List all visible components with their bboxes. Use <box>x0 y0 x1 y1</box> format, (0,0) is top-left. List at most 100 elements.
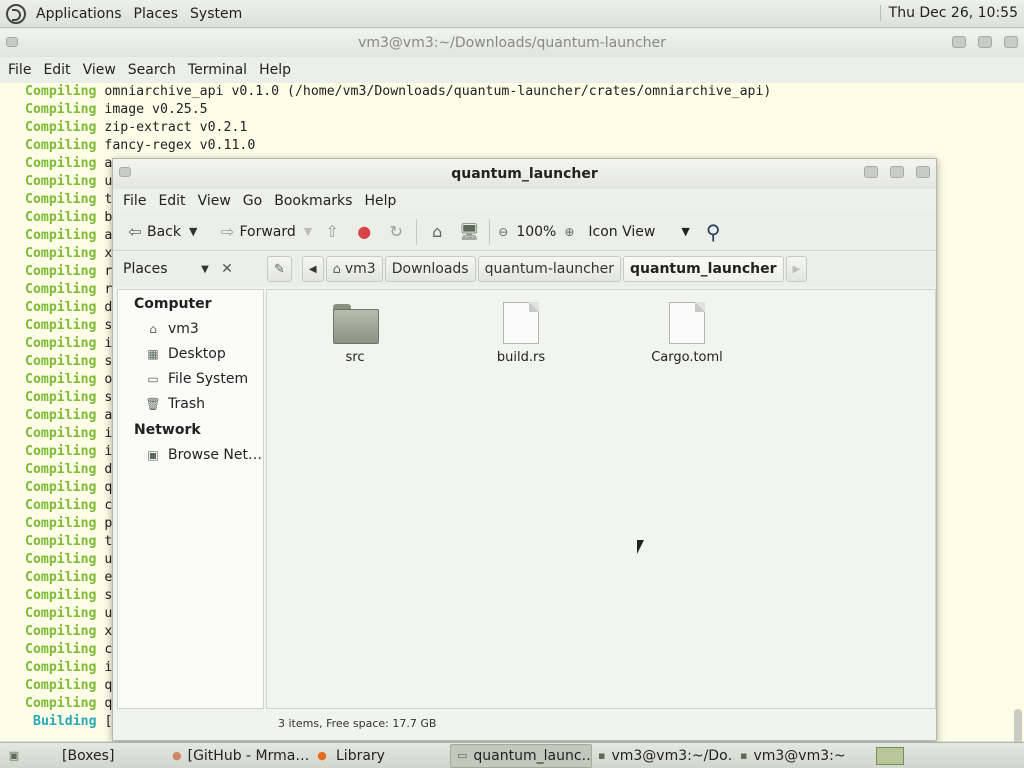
top-panel: Applications Places System Thu Dec 26, 1… <box>0 0 1024 28</box>
forward-button[interactable]: ⇨ Forward <box>211 222 299 241</box>
minimize-button[interactable] <box>864 166 878 178</box>
sidebar-header-computer: Computer <box>134 296 212 312</box>
breadcrumb-label: vm3 <box>344 261 376 277</box>
file-manager-window: quantum_launcher File Edit View Go Bookm… <box>112 158 937 741</box>
sidebar-header-network: Network <box>134 422 201 438</box>
terminal-text: x <box>96 246 113 261</box>
terminal-keyword: Compiling <box>25 192 97 207</box>
home-button[interactable]: ⌂ <box>421 222 453 241</box>
breadcrumb-quantum-launcher[interactable]: quantum-launcher <box>477 256 622 282</box>
view-mode-select[interactable]: Icon View ▼ <box>584 224 693 240</box>
sidebar-item-vm3[interactable]: ⌂ vm3 <box>118 316 263 341</box>
clock[interactable]: Thu Dec 26, 10:55 <box>879 5 1018 21</box>
back-history-dropdown[interactable]: ▼ <box>185 225 201 238</box>
close-button[interactable] <box>1004 36 1018 48</box>
minimize-button[interactable] <box>952 36 966 48</box>
terminal-text: c <box>96 498 113 513</box>
terminal-keyword: Compiling <box>25 516 97 531</box>
terminal-keyword: Compiling <box>25 228 97 243</box>
file-item-src[interactable]: src <box>295 304 415 365</box>
network-icon: ▣ <box>147 447 159 462</box>
terminal-menu-edit[interactable]: Edit <box>37 62 76 78</box>
applications-menu[interactable]: Applications <box>30 6 128 22</box>
forward-arrow-icon: ⇨ <box>220 222 235 241</box>
terminal-text: u <box>96 606 113 621</box>
maximize-button[interactable] <box>978 36 992 48</box>
breadcrumb-scroll-left[interactable]: ◀ <box>301 256 324 282</box>
terminal-text: i <box>96 426 113 441</box>
back-button[interactable]: ⇦ Back <box>119 222 185 241</box>
status-bar: 3 items, Free space: 17.7 GB <box>278 717 437 730</box>
file-manager-titlebar[interactable]: quantum_launcher <box>113 159 936 189</box>
file-manager-toolbar: ⇦ Back ▼ ⇨ Forward ▼ ⇧ ● ↻ ⌂ 🖥 ⊖ 100% ⊕ … <box>113 213 936 251</box>
terminal-menu-file[interactable]: File <box>2 62 37 78</box>
toggle-location-entry-button[interactable]: ✎ <box>267 256 292 282</box>
taskbar-label: Library <box>336 747 385 764</box>
terminal-text: q <box>96 696 113 711</box>
sidebar-item-file-system[interactable]: ▭ File System <box>118 366 263 391</box>
maximize-button[interactable] <box>890 166 904 178</box>
taskbar-item-terminal-downloads[interactable]: ▪ vm3@vm3:~/Do… <box>592 744 734 768</box>
terminal-keyword: Compiling <box>25 174 97 189</box>
back-arrow-icon: ⇦ <box>128 222 142 241</box>
terminal-menu-search[interactable]: Search <box>122 62 182 78</box>
distro-logo-icon[interactable] <box>6 3 26 24</box>
breadcrumb-quantum_launcher[interactable]: quantum_launcher <box>623 256 784 282</box>
fm-menu-help[interactable]: Help <box>358 193 402 209</box>
close-sidebar-icon[interactable]: ✕ <box>217 261 237 277</box>
fm-menu-go[interactable]: Go <box>237 193 268 209</box>
terminal-keyword: Compiling <box>25 624 97 639</box>
browser-icon: ● <box>172 748 182 762</box>
places-menu[interactable]: Places <box>128 6 185 22</box>
terminal-icon: ▪ <box>598 748 606 762</box>
terminal-text: d <box>96 462 113 477</box>
up-button[interactable]: ⇧ <box>316 222 348 241</box>
terminal-titlebar[interactable]: vm3@vm3:~/Downloads/quantum-launcher <box>0 29 1024 57</box>
terminal-text: a <box>96 228 113 243</box>
close-button[interactable] <box>916 166 930 178</box>
sidebar-item-browse-network[interactable]: ▣ Browse Net… <box>118 442 263 467</box>
system-menu[interactable]: System <box>184 6 248 22</box>
workspace-switcher[interactable] <box>876 746 904 765</box>
terminal-text: t <box>96 534 113 549</box>
fm-menu-view[interactable]: View <box>192 193 237 209</box>
taskbar-item-library[interactable]: ● Library <box>308 744 450 768</box>
breadcrumb-downloads[interactable]: Downloads <box>384 256 476 282</box>
terminal-menu-terminal[interactable]: Terminal <box>182 62 253 78</box>
file-view[interactable]: src build.rs Cargo.toml <box>266 289 936 709</box>
zoom-in-button[interactable]: ⊕ <box>560 225 578 239</box>
breadcrumb-scroll-right[interactable]: ▶ <box>785 256 808 282</box>
computer-button[interactable]: 🖥 <box>453 222 485 241</box>
breadcrumb-vm3[interactable]: ⌂ vm3 <box>325 256 383 282</box>
terminal-text: fancy-regex v0.11.0 <box>96 138 256 153</box>
search-button[interactable]: ⚲ <box>702 220 725 244</box>
terminal-keyword: Compiling <box>25 84 97 99</box>
fm-menu-bookmarks[interactable]: Bookmarks <box>268 193 358 209</box>
stop-button[interactable]: ● <box>348 222 380 241</box>
file-item-cargo-toml[interactable]: Cargo.toml <box>627 302 747 365</box>
reload-button[interactable]: ↻ <box>380 222 412 241</box>
fm-menu-edit[interactable]: Edit <box>152 193 191 209</box>
taskbar-label: vm3@vm3:~/Do… <box>611 747 734 764</box>
show-desktop-button[interactable]: ▣ <box>0 744 34 768</box>
taskbar-item-terminal-home[interactable]: ▪ vm3@vm3:~ <box>734 744 846 768</box>
terminal-menu-help[interactable]: Help <box>253 62 297 78</box>
terminal-text: image v0.25.5 <box>96 102 208 117</box>
terminal-text: q <box>96 678 113 693</box>
sidebar-item-trash[interactable]: 🗑 Trash <box>118 391 263 416</box>
fm-menu-file[interactable]: File <box>117 193 152 209</box>
zoom-out-icon: ⊖ <box>498 224 509 239</box>
sidebar-item-desktop[interactable]: ▦ Desktop <box>118 341 263 366</box>
sidebar-selector[interactable]: Places ▼ ✕ <box>113 261 265 277</box>
terminal-keyword: Compiling <box>25 264 97 279</box>
window-menu-icon[interactable] <box>119 167 131 177</box>
taskbar-item-github[interactable]: ● [GitHub - Mrma… <box>166 744 308 768</box>
window-menu-icon[interactable] <box>6 37 18 47</box>
terminal-menu-view[interactable]: View <box>77 62 122 78</box>
taskbar-item-boxes[interactable]: [Boxes] <box>34 744 166 768</box>
zoom-out-button[interactable]: ⊖ <box>494 225 512 239</box>
taskbar-item-quantum-launcher[interactable]: ▭ quantum_launc… <box>450 743 592 768</box>
sidebar-item-label: File System <box>168 370 249 387</box>
forward-history-dropdown[interactable]: ▼ <box>300 225 316 238</box>
file-item-build-rs[interactable]: build.rs <box>461 302 581 365</box>
